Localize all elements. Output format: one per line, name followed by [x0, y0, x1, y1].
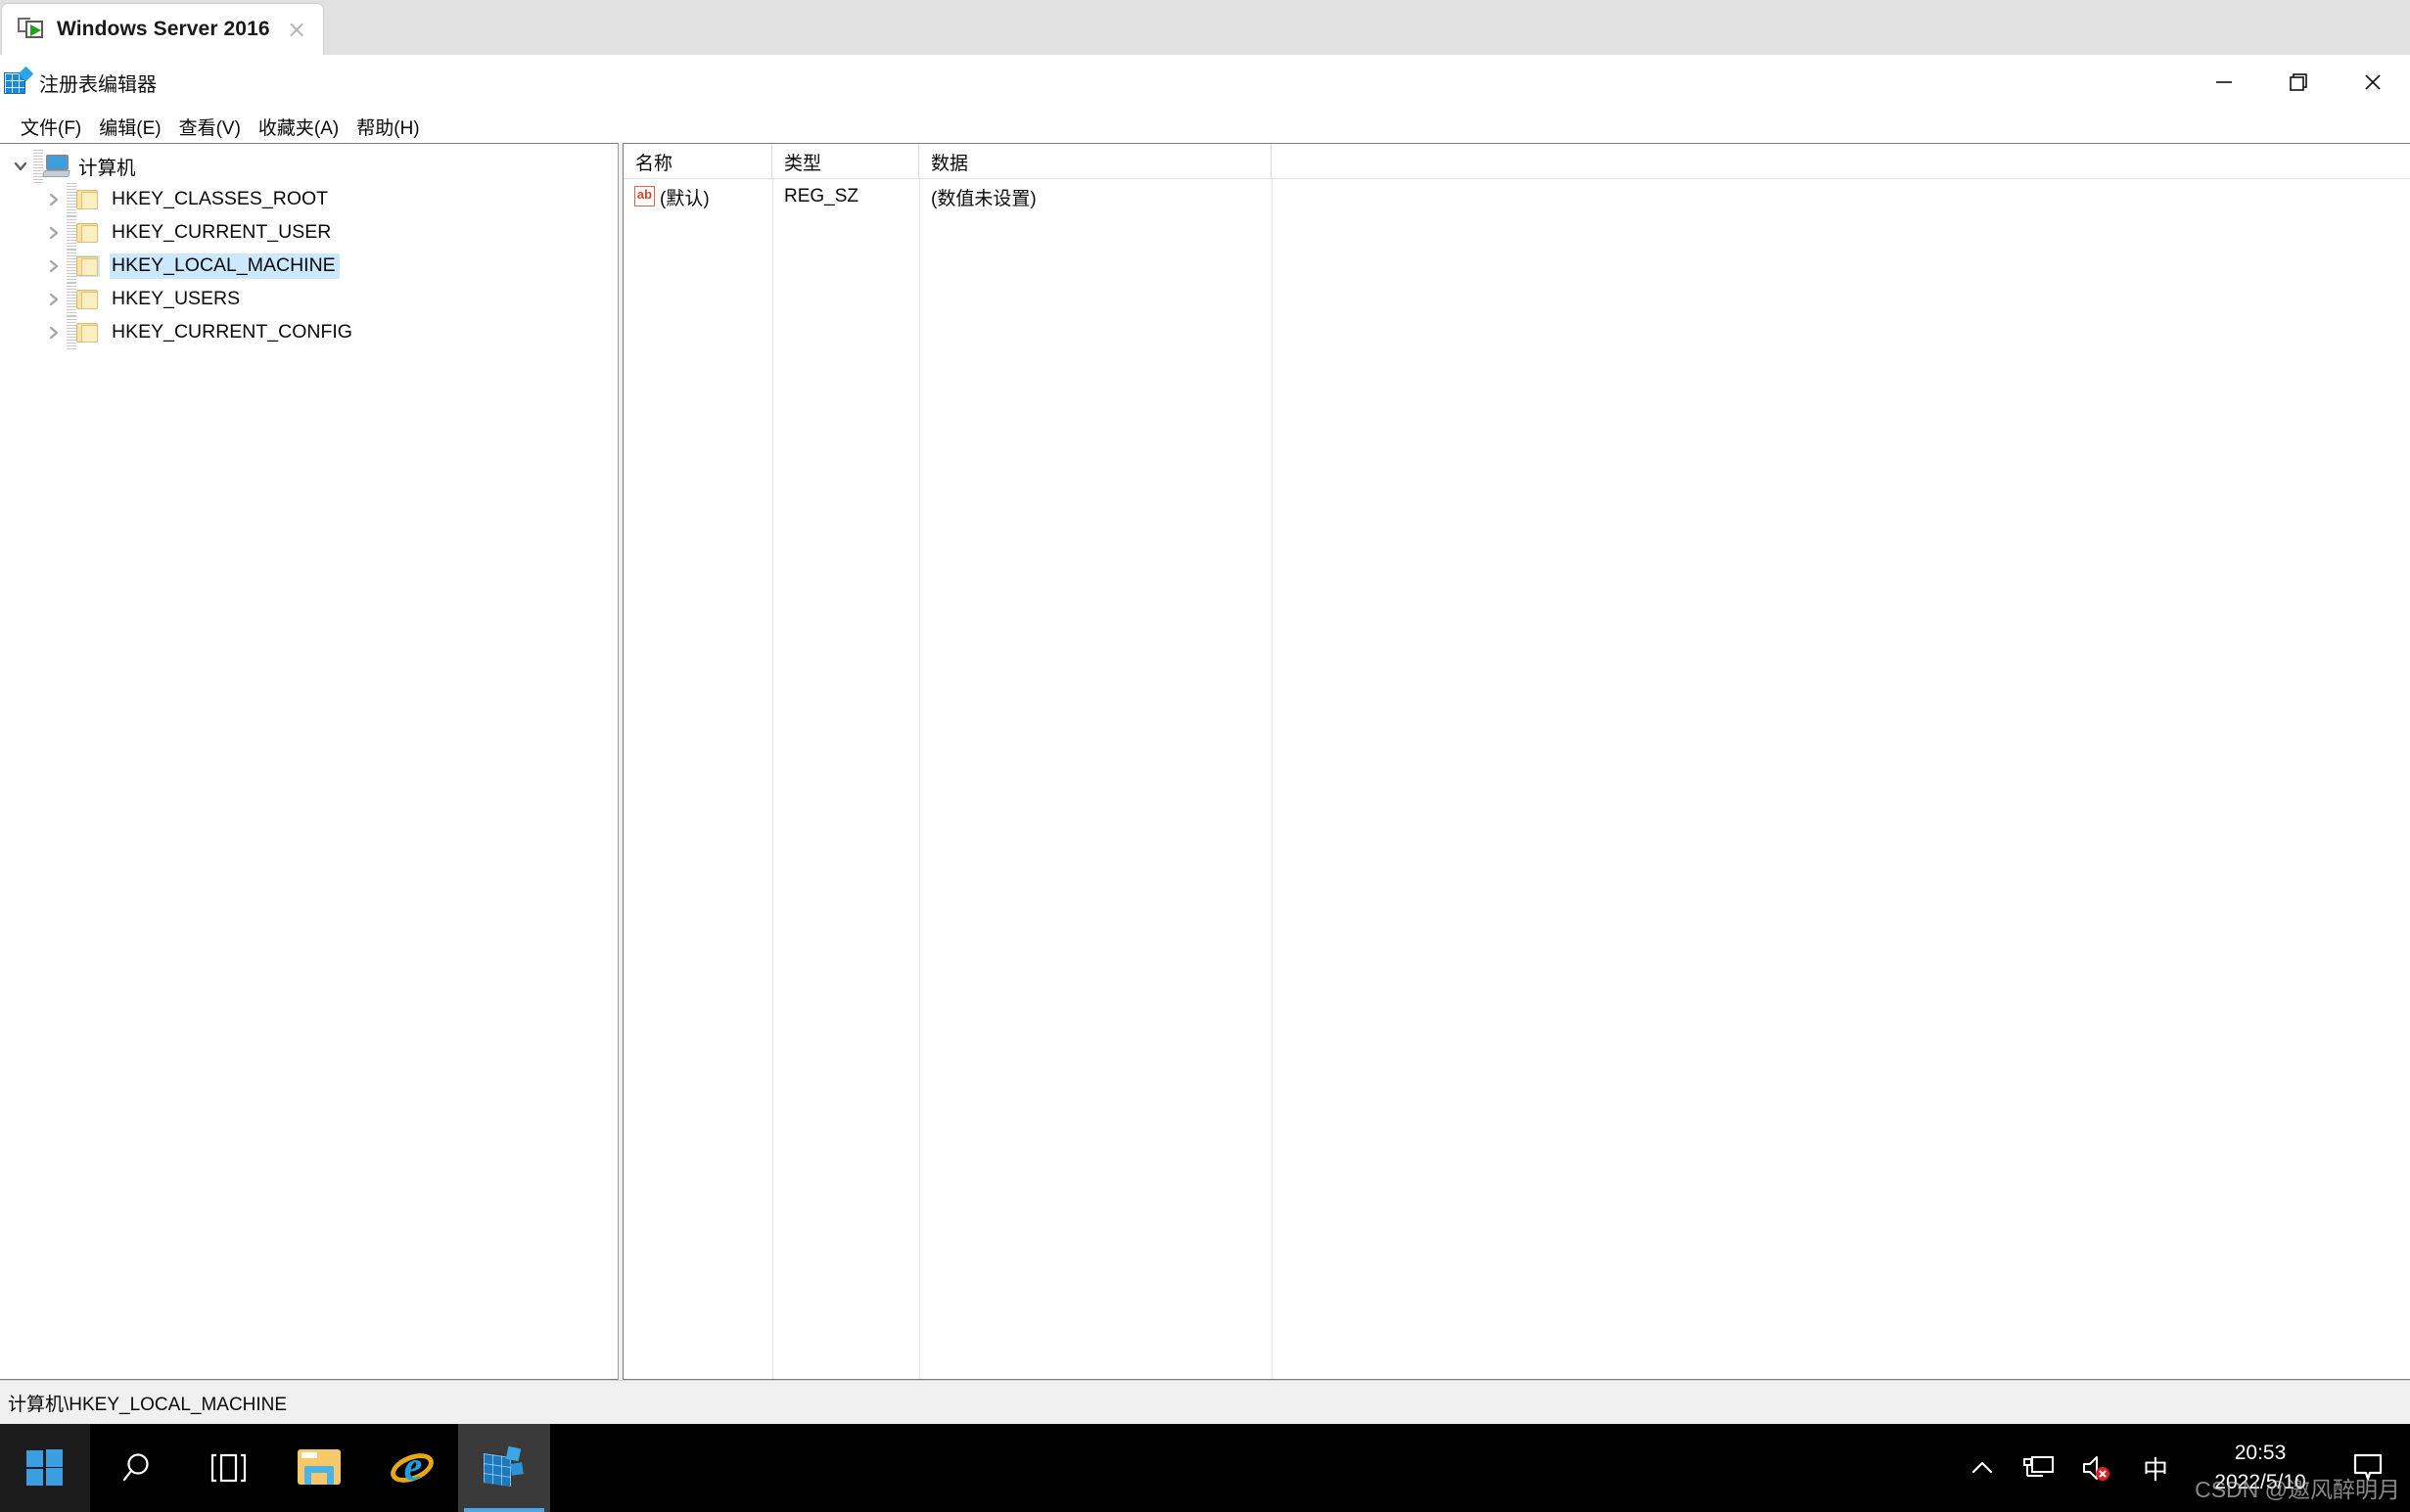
- column-header-data[interactable]: 数据: [919, 144, 1272, 178]
- file-explorer-button[interactable]: [274, 1424, 366, 1512]
- clock[interactable]: 20:53 2022/5/10: [2187, 1424, 2334, 1512]
- close-button[interactable]: [2336, 55, 2410, 110]
- folder-icon: [76, 189, 100, 210]
- statusbar-path: 计算机\HKEY_LOCAL_MACHINE: [8, 1394, 288, 1415]
- computer-icon: [42, 155, 70, 178]
- action-center-button[interactable]: [2334, 1424, 2402, 1512]
- network-button[interactable]: [2011, 1424, 2067, 1512]
- tree-connector: [67, 183, 76, 216]
- tree-connector: [67, 283, 76, 316]
- registry-editor-button[interactable]: [458, 1424, 550, 1512]
- chevron-right-icon[interactable]: [41, 324, 67, 342]
- statusbar: 计算机\HKEY_LOCAL_MACHINE: [0, 1380, 2410, 1424]
- registry-editor-icon: [4, 66, 34, 96]
- menu-favorites[interactable]: 收藏夹(A): [250, 111, 348, 143]
- list-header: 名称 类型 数据: [624, 144, 2410, 179]
- window-controls: [2187, 55, 2410, 110]
- system-tray: 中 20:53 2022/5/10: [1954, 1424, 2410, 1512]
- tree-connector: [33, 150, 43, 183]
- table-row[interactable]: ab (默认) REG_SZ (数值未设置): [624, 179, 2410, 214]
- tray-overflow-button[interactable]: [1954, 1424, 2011, 1512]
- list-gridlines: [624, 179, 2410, 1379]
- menu-file[interactable]: 文件(F): [12, 111, 90, 143]
- task-view-button[interactable]: [182, 1424, 274, 1512]
- folder-icon: [76, 222, 100, 244]
- folder-icon: [298, 1449, 343, 1487]
- string-value-icon-text: ab: [636, 187, 653, 202]
- registry-body: 计算机 HKEY_CLASSES_ROOT HKEY_CURRENT_USER …: [0, 143, 2410, 1380]
- column-header-name[interactable]: 名称: [624, 144, 772, 178]
- tree-item-label: HKEY_LOCAL_MACHINE: [110, 253, 340, 279]
- registry-tree: 计算机 HKEY_CLASSES_ROOT HKEY_CURRENT_USER …: [0, 144, 618, 349]
- tree-item-computer[interactable]: 计算机: [0, 150, 618, 183]
- clock-time: 20:53: [2234, 1442, 2287, 1464]
- tree-item-hkey-classes-root[interactable]: HKEY_CLASSES_ROOT: [0, 183, 618, 216]
- menu-view[interactable]: 查看(V): [170, 111, 250, 143]
- network-icon: [2023, 1456, 2054, 1477]
- tree-item-hkey-current-user[interactable]: HKEY_CURRENT_USER: [0, 216, 618, 250]
- tree-item-label: HKEY_CURRENT_USER: [112, 221, 332, 243]
- volume-button[interactable]: [2067, 1424, 2124, 1512]
- vm-tab-strip: Windows Server 2016 ×: [0, 0, 2410, 55]
- task-view-icon: [210, 1453, 247, 1483]
- registry-editor-window: 注册表编辑器 文件(F) 编辑(E) 查看(V) 收藏夹(A) 帮助(H) 计算…: [0, 55, 2410, 1424]
- menu-edit[interactable]: 编辑(E): [90, 111, 169, 143]
- vm-tab-title: Windows Server 2016: [57, 18, 270, 40]
- tree-item-hkey-users[interactable]: HKEY_USERS: [0, 283, 618, 316]
- search-icon: [122, 1453, 149, 1482]
- taskbar: e 中 20:53 2022/5/10 CSDN @邀风醉明月: [0, 1424, 2410, 1512]
- tree-item-hkey-local-machine[interactable]: HKEY_LOCAL_MACHINE: [0, 250, 618, 283]
- tree-connector: [67, 216, 76, 250]
- minimize-button[interactable]: [2187, 55, 2261, 110]
- vm-tab-windows-server-2016[interactable]: Windows Server 2016 ×: [2, 4, 323, 55]
- menu-help[interactable]: 帮助(H): [348, 111, 428, 143]
- value-data-cell: (数值未设置): [931, 188, 1037, 209]
- chevron-down-icon[interactable]: [8, 158, 33, 175]
- value-type-cell: REG_SZ: [784, 186, 859, 206]
- tree-item-label: HKEY_CURRENT_CONFIG: [112, 321, 352, 343]
- tree-item-label: HKEY_CLASSES_ROOT: [112, 188, 329, 209]
- menubar: 文件(F) 编辑(E) 查看(V) 收藏夹(A) 帮助(H): [0, 110, 2410, 143]
- volume-muted-icon: [2083, 1456, 2109, 1481]
- tree-item-label: HKEY_USERS: [112, 288, 241, 309]
- close-icon[interactable]: ×: [284, 17, 309, 42]
- chevron-right-icon[interactable]: [41, 291, 67, 308]
- chevron-right-icon[interactable]: [41, 191, 67, 208]
- chevron-right-icon[interactable]: [41, 224, 67, 242]
- registry-values-pane[interactable]: 名称 类型 数据 ab (默认) REG_SZ (数值未设置): [623, 143, 2410, 1380]
- list-rows: ab (默认) REG_SZ (数值未设置): [624, 179, 2410, 214]
- ime-indicator[interactable]: 中: [2124, 1424, 2187, 1512]
- tree-connector: [67, 250, 76, 283]
- column-header-filler: [1272, 144, 2410, 178]
- virtual-machine-icon: [18, 17, 47, 42]
- tree-item-hkey-current-config[interactable]: HKEY_CURRENT_CONFIG: [0, 316, 618, 349]
- chevron-up-icon: [1971, 1461, 1993, 1474]
- clock-date: 2022/5/10: [2214, 1471, 2306, 1493]
- taskbar-spacer: [550, 1424, 1954, 1512]
- folder-icon: [76, 255, 100, 277]
- tree-connector: [67, 316, 76, 349]
- registry-cube-icon: [482, 1445, 527, 1490]
- folder-icon: [76, 289, 100, 310]
- page-title: 注册表编辑器: [39, 73, 157, 96]
- internet-explorer-icon: e: [386, 1445, 439, 1490]
- restore-button[interactable]: [2261, 55, 2336, 110]
- window-titlebar: 注册表编辑器: [0, 55, 2410, 110]
- windows-start-button[interactable]: [0, 1424, 90, 1512]
- internet-explorer-button[interactable]: e: [366, 1424, 458, 1512]
- registry-tree-pane[interactable]: 计算机 HKEY_CLASSES_ROOT HKEY_CURRENT_USER …: [0, 143, 619, 1380]
- value-name-label: (默认): [660, 188, 710, 209]
- string-value-icon: ab: [633, 186, 657, 207]
- column-header-type[interactable]: 类型: [772, 144, 919, 178]
- tree-item-label: 计算机: [78, 158, 136, 179]
- value-name-cell: ab (默认): [624, 184, 772, 210]
- search-button[interactable]: [90, 1424, 182, 1512]
- folder-icon: [76, 322, 100, 344]
- chevron-right-icon[interactable]: [41, 257, 67, 275]
- windows-logo-icon: [26, 1449, 64, 1487]
- action-center-icon: [2353, 1453, 2383, 1481]
